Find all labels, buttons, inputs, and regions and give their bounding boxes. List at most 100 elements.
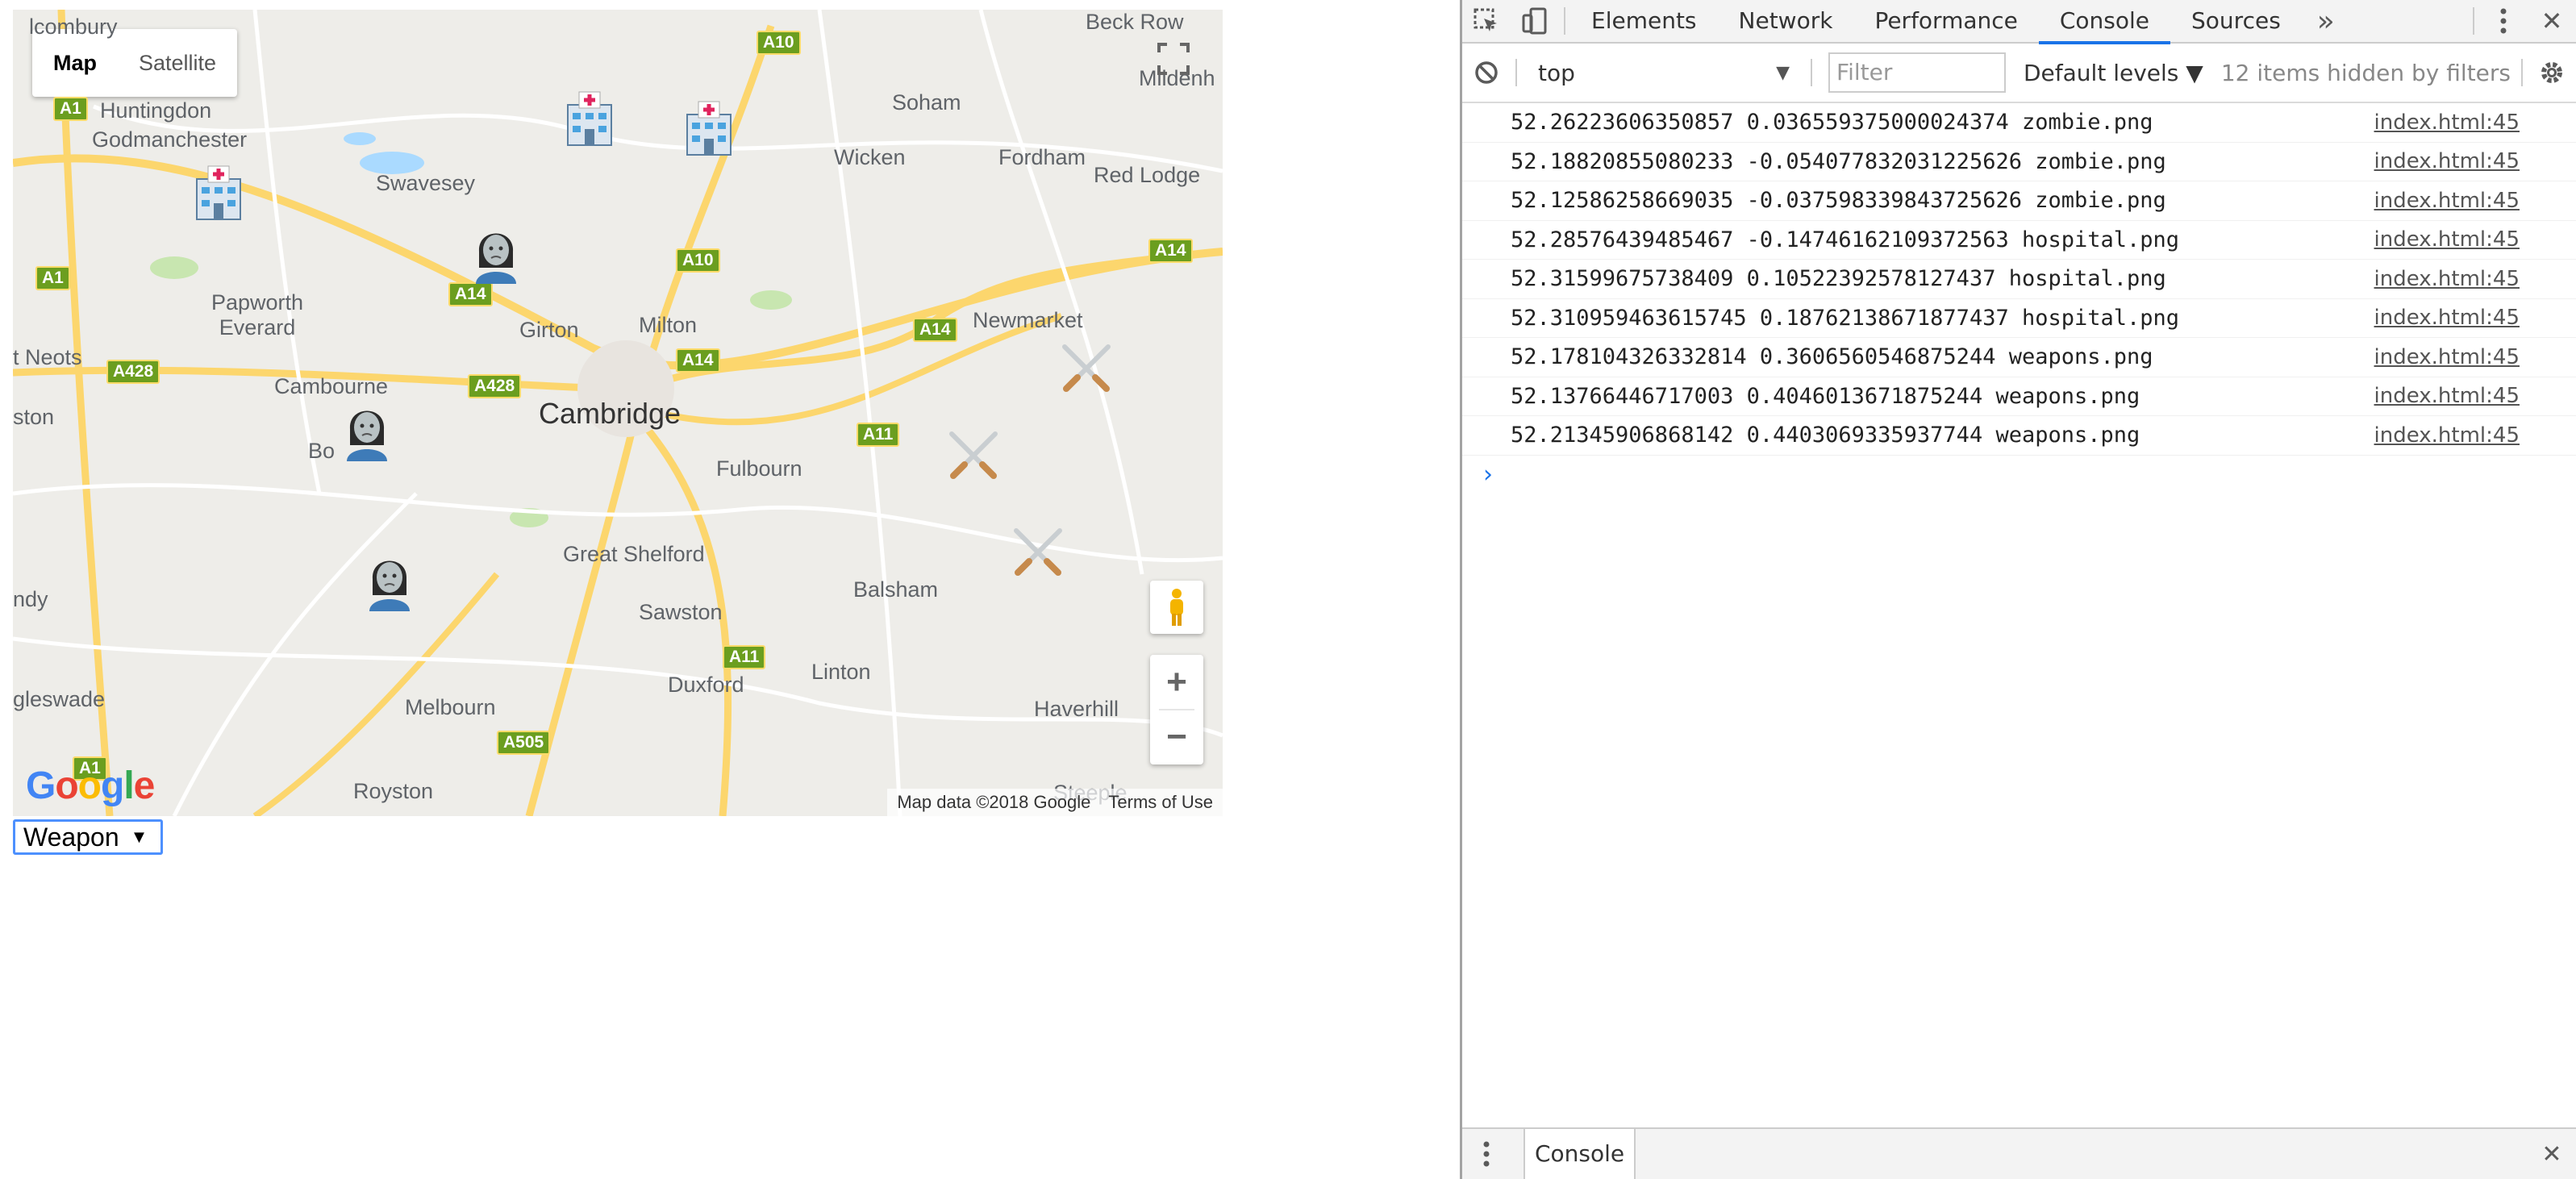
- log-source-link[interactable]: index.html:45: [2374, 423, 2520, 448]
- log-source-link[interactable]: index.html:45: [2374, 306, 2520, 330]
- device-toolbar-button[interactable]: [1511, 0, 1559, 43]
- log-message: 52.21345906868142 0.4403069335937744 wea…: [1511, 423, 2140, 448]
- device-mode-icon: [1522, 7, 1547, 35]
- drawer-tab-console[interactable]: Console: [1524, 1129, 1636, 1179]
- place-label: Bo: [308, 439, 336, 463]
- log-message: 52.310959463615745 0.18762138671877437 h…: [1511, 305, 2180, 331]
- devtools-toolbar: Elements Network Performance Console Sou…: [1462, 0, 2576, 44]
- crossed-swords-marker-icon[interactable]: [942, 426, 1005, 489]
- street-view-pegman-button[interactable]: [1150, 581, 1203, 634]
- zombie-marker-icon[interactable]: [358, 550, 421, 613]
- place-label: Linton: [811, 660, 871, 684]
- place-label: Papworth Everard: [211, 290, 304, 340]
- road-shield: A10: [757, 31, 801, 55]
- zoom-control: + −: [1150, 655, 1203, 764]
- road-shield: A428: [106, 360, 160, 384]
- place-label: lcombury: [29, 15, 118, 39]
- place-label: gleswade: [13, 687, 106, 711]
- inspect-cursor-icon: [1473, 8, 1497, 31]
- more-tabs-icon[interactable]: »: [2302, 0, 2350, 43]
- road-shield: A1: [35, 266, 70, 290]
- kebab-menu-icon: [2500, 8, 2507, 34]
- place-label: t Neots: [13, 345, 82, 369]
- tab-performance[interactable]: Performance: [1853, 0, 2038, 43]
- web-page: Map Satellite lcombury Huntingdon Godman…: [0, 0, 1460, 1179]
- road-shield: A1: [53, 97, 88, 121]
- log-source-link[interactable]: index.html:45: [2374, 227, 2520, 252]
- console-log-row: 52.31599675738409 0.10522392578127437 ho…: [1462, 260, 2576, 299]
- crossed-swords-marker-icon[interactable]: [1055, 339, 1118, 402]
- map-attribution: Map data ©2018 Google Terms of Use: [887, 789, 1223, 816]
- clear-console-button[interactable]: [1462, 51, 1511, 94]
- console-settings-button[interactable]: [2528, 51, 2576, 94]
- road-shield: A505: [497, 731, 551, 755]
- place-label: Cambridge: [539, 397, 682, 430]
- log-source-link[interactable]: index.html:45: [2374, 189, 2520, 213]
- place-label: Great Shelford: [563, 542, 705, 566]
- hospital-marker-icon[interactable]: [677, 97, 740, 160]
- zombie-marker-icon[interactable]: [336, 400, 398, 463]
- hospital-marker-icon[interactable]: [558, 87, 621, 150]
- road-shield: A10: [676, 248, 720, 273]
- tab-network[interactable]: Network: [1718, 0, 1854, 43]
- map-type-satellite-button[interactable]: Satellite: [118, 29, 237, 97]
- log-message: 52.13766446717003 0.4046013671875244 wea…: [1511, 383, 2140, 409]
- chevron-down-icon: ▼: [1776, 62, 1790, 83]
- place-label: Balsham: [853, 577, 939, 602]
- tab-console[interactable]: Console: [2038, 0, 2171, 44]
- tab-sources[interactable]: Sources: [2170, 0, 2302, 43]
- log-message: 52.28576439485467 -0.14746162109372563 h…: [1511, 227, 2180, 252]
- execution-context-select[interactable]: top ▼: [1522, 52, 1806, 94]
- console-log-row: 52.12586258669035 -0.037598339843725626 …: [1462, 181, 2576, 221]
- log-source-link[interactable]: index.html:45: [2374, 149, 2520, 173]
- customize-menu-button[interactable]: [2479, 0, 2528, 43]
- marker-type-select[interactable]: Weapon ▼: [13, 819, 163, 855]
- road-shield: A11: [857, 423, 900, 447]
- place-label: Soham: [892, 90, 961, 115]
- crossed-swords-marker-icon[interactable]: [1007, 523, 1069, 585]
- close-devtools-button[interactable]: ✕: [2528, 0, 2576, 43]
- fullscreen-button[interactable]: [1145, 31, 1202, 87]
- console-filter-input[interactable]: Filter: [1828, 52, 2006, 93]
- place-label: Milton: [639, 313, 698, 337]
- place-label: Duxford: [668, 673, 744, 697]
- place-label: Swavesey: [376, 171, 476, 195]
- terms-of-use-link[interactable]: Terms of Use: [1108, 792, 1213, 813]
- toolbar-separator: [1811, 59, 1812, 86]
- zoom-out-button[interactable]: −: [1150, 710, 1203, 764]
- log-message: 52.178104326332814 0.3606560546875244 we…: [1511, 344, 2153, 370]
- road-shield: A14: [1148, 239, 1193, 263]
- road-shield: A14: [913, 318, 957, 342]
- console-prompt[interactable]: ›: [1462, 456, 2576, 494]
- log-source-link[interactable]: index.html:45: [2374, 384, 2520, 408]
- console-log-row: 52.13766446717003 0.4046013671875244 wea…: [1462, 377, 2576, 416]
- console-log-row: 52.310959463615745 0.18762138671877437 h…: [1462, 299, 2576, 338]
- tab-elements[interactable]: Elements: [1570, 0, 1718, 43]
- log-levels-dropdown[interactable]: Default levels ▼: [2024, 60, 2203, 86]
- console-log-row: 52.26223606350857 0.036559375000024374 z…: [1462, 103, 2576, 143]
- console-messages: 52.26223606350857 0.036559375000024374 z…: [1462, 103, 2576, 456]
- log-source-link[interactable]: index.html:45: [2374, 110, 2520, 135]
- place-label: Huntingdon: [100, 98, 212, 123]
- drawer-menu-button[interactable]: [1462, 1132, 1511, 1176]
- prompt-chevron-icon: ›: [1483, 460, 1493, 489]
- zoom-in-button[interactable]: +: [1150, 656, 1203, 709]
- log-source-link[interactable]: index.html:45: [2374, 345, 2520, 369]
- inspect-element-button[interactable]: [1462, 0, 1511, 43]
- kebab-menu-icon: [1483, 1141, 1490, 1167]
- road-shield: A428: [468, 374, 522, 398]
- log-source-link[interactable]: index.html:45: [2374, 267, 2520, 291]
- pegman-icon: [1170, 589, 1183, 626]
- close-drawer-button[interactable]: ✕: [2528, 1132, 2576, 1176]
- zombie-marker-icon[interactable]: [465, 223, 527, 285]
- place-label: Cambourne: [274, 374, 389, 398]
- gear-icon: [2541, 62, 2562, 83]
- console-log-row: 52.178104326332814 0.3606560546875244 we…: [1462, 338, 2576, 377]
- toolbar-separator: [2473, 7, 2474, 35]
- console-log-row: 52.28576439485467 -0.14746162109372563 h…: [1462, 221, 2576, 260]
- place-label: Sawston: [639, 600, 723, 624]
- dropdown-arrow-icon: ▼: [130, 827, 148, 847]
- google-map[interactable]: Map Satellite lcombury Huntingdon Godman…: [13, 10, 1223, 816]
- hospital-marker-icon[interactable]: [187, 161, 250, 224]
- clear-console-icon: [1475, 61, 1498, 84]
